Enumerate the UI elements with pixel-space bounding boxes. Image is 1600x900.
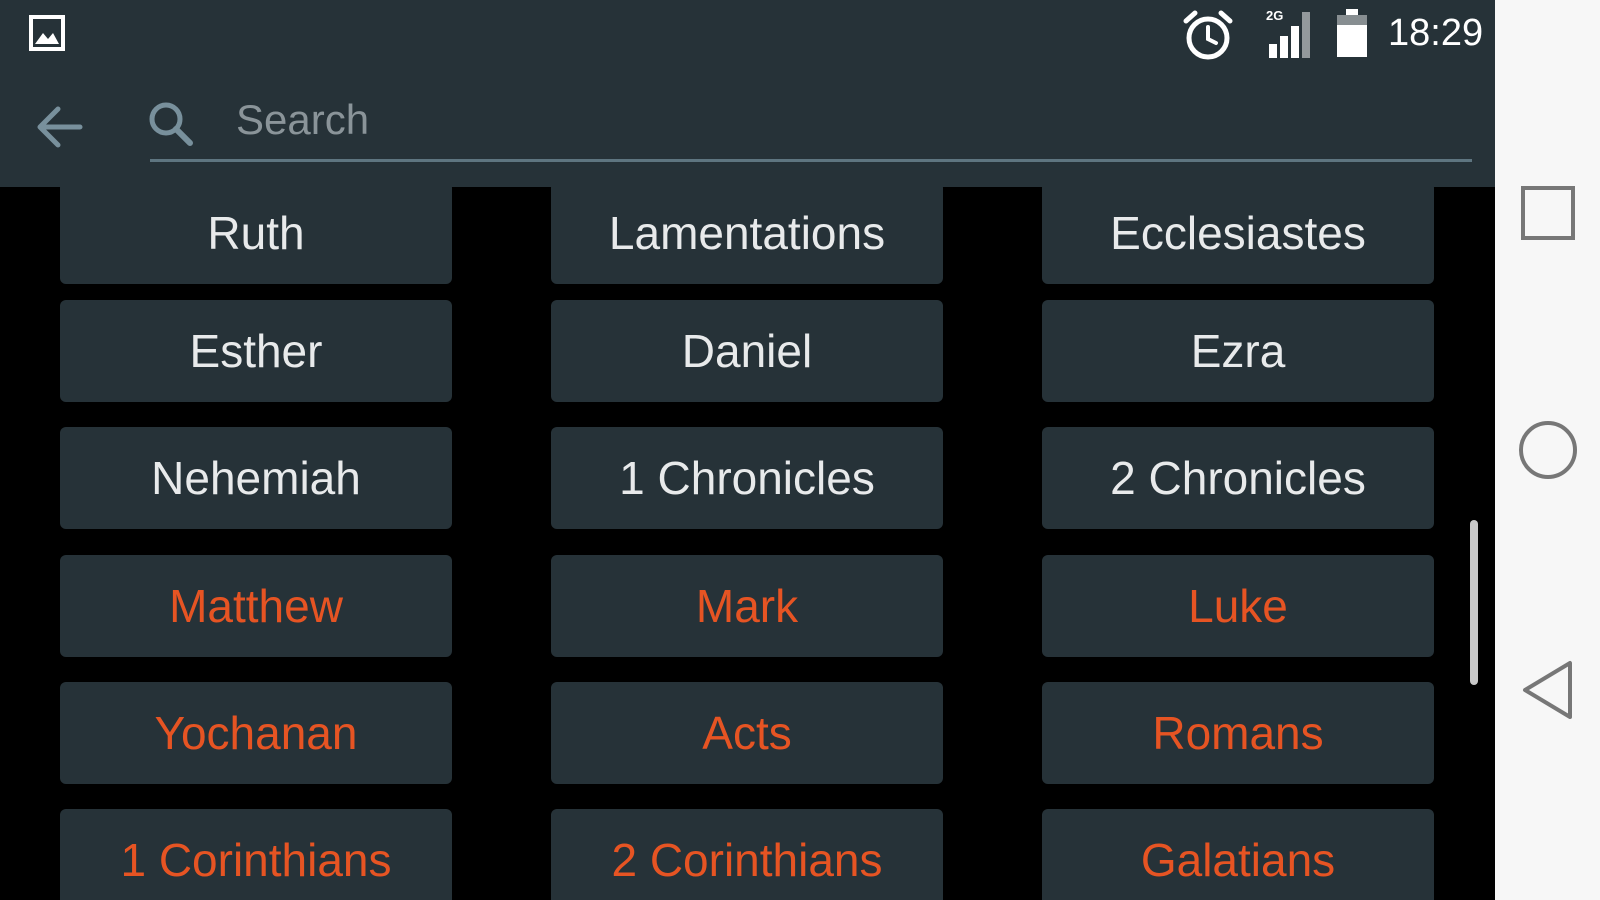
app-screen: 2G 18:29 Ruth Lamentations Ecclesiastes Est… — [0, 0, 1600, 900]
gallery-icon — [29, 15, 65, 51]
back-arrow-button[interactable] — [30, 95, 94, 159]
book-button-2-chronicles[interactable]: 2 Chronicles — [1042, 427, 1434, 529]
navigation-bar — [1495, 0, 1600, 900]
search-underline — [150, 159, 1472, 162]
book-button-ruth[interactable]: Ruth — [60, 187, 452, 284]
status-bar: 2G 18:29 — [0, 0, 1495, 67]
book-button-yochanan[interactable]: Yochanan — [60, 682, 452, 784]
back-nav-button[interactable] — [1513, 655, 1583, 725]
book-button-ecclesiastes[interactable]: Ecclesiastes — [1042, 187, 1434, 284]
scrollbar-thumb[interactable] — [1470, 520, 1478, 685]
book-button-esther[interactable]: Esther — [60, 300, 452, 402]
recent-apps-button[interactable] — [1513, 178, 1583, 248]
book-button-1-corinthians[interactable]: 1 Corinthians — [60, 809, 452, 900]
book-button-acts[interactable]: Acts — [551, 682, 943, 784]
book-button-ezra[interactable]: Ezra — [1042, 300, 1434, 402]
battery-icon — [1337, 9, 1367, 57]
book-button-lamentations[interactable]: Lamentations — [551, 187, 943, 284]
alarm-icon — [1183, 10, 1233, 60]
book-button-galatians[interactable]: Galatians — [1042, 809, 1434, 900]
book-button-daniel[interactable]: Daniel — [551, 300, 943, 402]
book-button-luke[interactable]: Luke — [1042, 555, 1434, 657]
search-input[interactable] — [234, 89, 1468, 151]
home-button[interactable] — [1513, 415, 1583, 485]
book-button-1-chronicles[interactable]: 1 Chronicles — [551, 427, 943, 529]
book-button-2-corinthians[interactable]: 2 Corinthians — [551, 809, 943, 900]
search-icon — [149, 102, 193, 146]
signal-icon — [1269, 12, 1310, 58]
search-toolbar — [0, 67, 1495, 187]
book-button-mark[interactable]: Mark — [551, 555, 943, 657]
book-button-matthew[interactable]: Matthew — [60, 555, 452, 657]
book-button-romans[interactable]: Romans — [1042, 682, 1434, 784]
book-button-nehemiah[interactable]: Nehemiah — [60, 427, 452, 529]
book-grid[interactable]: Ruth Lamentations Ecclesiastes Esther Daniel… — [0, 187, 1495, 900]
status-clock: 18:29 — [1388, 12, 1484, 54]
